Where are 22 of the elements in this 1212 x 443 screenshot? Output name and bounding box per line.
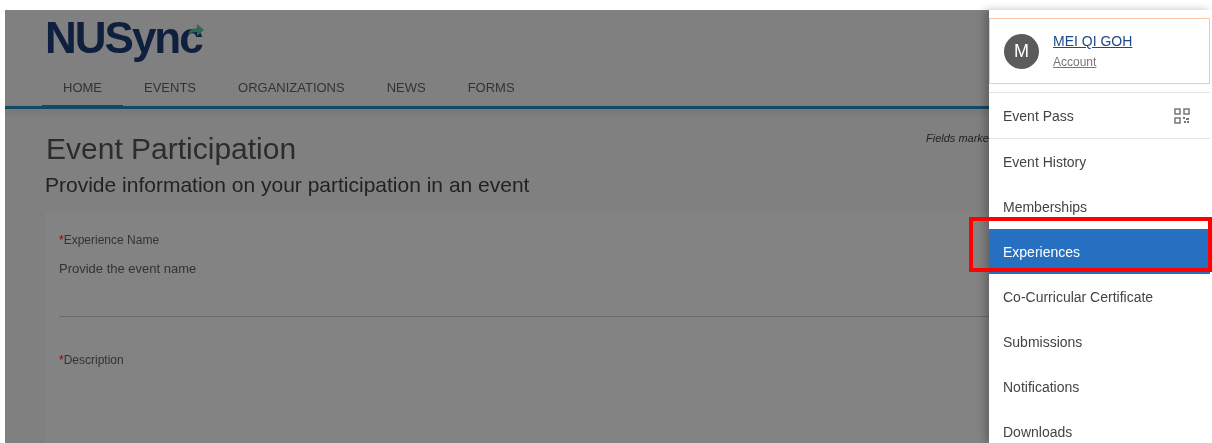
qr-code-icon (1174, 107, 1190, 124)
menu-item[interactable]: Downloads (989, 409, 1210, 443)
logo[interactable]: NUSync (45, 16, 202, 60)
required-note: Fields marke (926, 132, 989, 144)
menu-item[interactable]: Notifications (989, 364, 1210, 409)
field-label: Experience Name (63, 233, 160, 247)
menu-item[interactable]: Event Pass (989, 92, 1210, 139)
required-asterisk: * (59, 233, 64, 247)
user-name-link[interactable]: MEI QI GOH (1053, 33, 1133, 49)
page-subtitle: Provide information on your participation in an event (45, 172, 531, 198)
menu-item[interactable]: Event History (989, 139, 1210, 184)
avatar: M (1004, 33, 1039, 69)
menu-item[interactable]: Experiences (989, 229, 1210, 274)
account-link[interactable]: Account (1053, 55, 1133, 69)
menu-item[interactable]: Memberships (989, 184, 1210, 229)
field-label: Description (63, 353, 124, 367)
menu-item[interactable]: Co-Curricular Certificate (989, 274, 1210, 319)
required-asterisk: * (59, 353, 64, 367)
page-title: Event Participation (46, 131, 297, 167)
arrow-icon (187, 24, 204, 38)
menu-item[interactable]: Submissions (989, 319, 1210, 364)
input-field[interactable]: Provide the event name (59, 247, 989, 317)
